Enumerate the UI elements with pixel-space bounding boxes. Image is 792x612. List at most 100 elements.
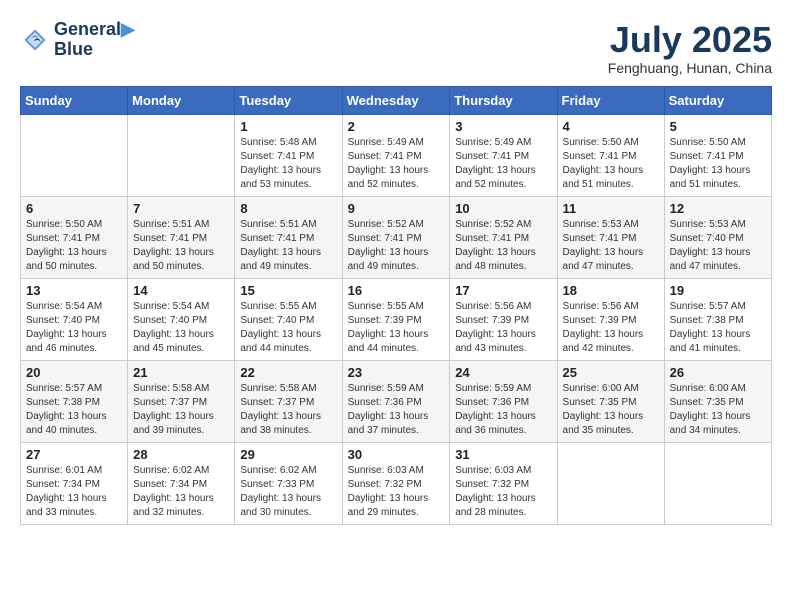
- day-info: Sunrise: 5:50 AM Sunset: 7:41 PM Dayligh…: [563, 136, 659, 192]
- calendar-cell: [21, 114, 128, 196]
- day-info: Sunrise: 6:02 AM Sunset: 7:33 PM Dayligh…: [240, 464, 336, 520]
- day-of-week-header: Wednesday: [342, 86, 450, 114]
- day-info: Sunrise: 5:51 AM Sunset: 7:41 PM Dayligh…: [240, 218, 336, 274]
- day-number: 6: [26, 201, 122, 216]
- logo-icon: [20, 25, 50, 55]
- day-info: Sunrise: 5:54 AM Sunset: 7:40 PM Dayligh…: [133, 300, 229, 356]
- day-number: 23: [348, 365, 445, 380]
- day-number: 15: [240, 283, 336, 298]
- calendar-week-row: 27 Sunrise: 6:01 AM Sunset: 7:34 PM Dayli…: [21, 442, 772, 524]
- day-info: Sunrise: 5:52 AM Sunset: 7:41 PM Dayligh…: [348, 218, 445, 274]
- day-info: Sunrise: 5:55 AM Sunset: 7:40 PM Dayligh…: [240, 300, 336, 356]
- day-of-week-header: Friday: [557, 86, 664, 114]
- logo: General▶ Blue: [20, 20, 135, 60]
- day-info: Sunrise: 6:03 AM Sunset: 7:32 PM Dayligh…: [455, 464, 551, 520]
- calendar-cell: 18 Sunrise: 5:56 AM Sunset: 7:39 PM Dayli…: [557, 278, 664, 360]
- logo-text: General▶ Blue: [54, 20, 135, 60]
- day-number: 5: [670, 119, 766, 134]
- calendar-cell: 13 Sunrise: 5:54 AM Sunset: 7:40 PM Dayli…: [21, 278, 128, 360]
- calendar-cell: 5 Sunrise: 5:50 AM Sunset: 7:41 PM Daylig…: [664, 114, 771, 196]
- calendar-cell: 12Sunrise: 5:53 AM Sunset: 7:40 PM Dayli…: [664, 196, 771, 278]
- calendar-cell: 30Sunrise: 6:03 AM Sunset: 7:32 PM Dayli…: [342, 442, 450, 524]
- calendar-cell: 11Sunrise: 5:53 AM Sunset: 7:41 PM Dayli…: [557, 196, 664, 278]
- calendar-cell: 10 Sunrise: 5:52 AM Sunset: 7:41 PM Dayli…: [450, 196, 557, 278]
- day-number: 28: [133, 447, 229, 462]
- day-number: 4: [563, 119, 659, 134]
- calendar-header-row: SundayMondayTuesdayWednesdayThursdayFrid…: [21, 86, 772, 114]
- calendar-cell: 4 Sunrise: 5:50 AM Sunset: 7:41 PM Daylig…: [557, 114, 664, 196]
- page-header: General▶ Blue July 2025 Fenghuang, Hunan…: [20, 20, 772, 76]
- calendar-cell: 29 Sunrise: 6:02 AM Sunset: 7:33 PM Dayli…: [235, 442, 342, 524]
- day-number: 27: [26, 447, 122, 462]
- day-number: 25: [563, 365, 659, 380]
- day-info: Sunrise: 5:50 AM Sunset: 7:41 PM Dayligh…: [670, 136, 766, 192]
- day-number: 18: [563, 283, 659, 298]
- day-info: Sunrise: 6:00 AM Sunset: 7:35 PM Dayligh…: [670, 382, 766, 438]
- day-info: Sunrise: 5:51 AM Sunset: 7:41 PM Dayligh…: [133, 218, 229, 274]
- day-number: 11: [563, 201, 659, 216]
- day-info: Sunrise: 6:02 AM Sunset: 7:34 PM Dayligh…: [133, 464, 229, 520]
- day-number: 19: [670, 283, 766, 298]
- calendar-cell: 6 Sunrise: 5:50 AM Sunset: 7:41 PM Daylig…: [21, 196, 128, 278]
- calendar-cell: [128, 114, 235, 196]
- calendar-cell: 27 Sunrise: 6:01 AM Sunset: 7:34 PM Dayli…: [21, 442, 128, 524]
- day-number: 2: [348, 119, 445, 134]
- day-of-week-header: Monday: [128, 86, 235, 114]
- calendar-cell: [664, 442, 771, 524]
- day-info: Sunrise: 5:49 AM Sunset: 7:41 PM Dayligh…: [455, 136, 551, 192]
- calendar-cell: 26 Sunrise: 6:00 AM Sunset: 7:35 PM Dayli…: [664, 360, 771, 442]
- calendar-cell: 22Sunrise: 5:58 AM Sunset: 7:37 PM Dayli…: [235, 360, 342, 442]
- calendar-cell: 3 Sunrise: 5:49 AM Sunset: 7:41 PM Daylig…: [450, 114, 557, 196]
- day-number: 13: [26, 283, 122, 298]
- day-number: 30: [348, 447, 445, 462]
- day-info: Sunrise: 5:54 AM Sunset: 7:40 PM Dayligh…: [26, 300, 122, 356]
- day-number: 8: [240, 201, 336, 216]
- day-number: 7: [133, 201, 229, 216]
- day-number: 22: [240, 365, 336, 380]
- calendar-cell: 23 Sunrise: 5:59 AM Sunset: 7:36 PM Dayli…: [342, 360, 450, 442]
- day-info: Sunrise: 5:52 AM Sunset: 7:41 PM Dayligh…: [455, 218, 551, 274]
- title-block: July 2025 Fenghuang, Hunan, China: [608, 20, 772, 76]
- day-of-week-header: Sunday: [21, 86, 128, 114]
- day-of-week-header: Tuesday: [235, 86, 342, 114]
- calendar-cell: 25 Sunrise: 6:00 AM Sunset: 7:35 PM Dayli…: [557, 360, 664, 442]
- day-info: Sunrise: 5:56 AM Sunset: 7:39 PM Dayligh…: [563, 300, 659, 356]
- day-number: 26: [670, 365, 766, 380]
- calendar-cell: 16Sunrise: 5:55 AM Sunset: 7:39 PM Dayli…: [342, 278, 450, 360]
- calendar-cell: 19 Sunrise: 5:57 AM Sunset: 7:38 PM Dayli…: [664, 278, 771, 360]
- calendar-week-row: 6 Sunrise: 5:50 AM Sunset: 7:41 PM Daylig…: [21, 196, 772, 278]
- calendar-cell: 2 Sunrise: 5:49 AM Sunset: 7:41 PM Daylig…: [342, 114, 450, 196]
- day-info: Sunrise: 5:57 AM Sunset: 7:38 PM Dayligh…: [670, 300, 766, 356]
- day-info: Sunrise: 5:56 AM Sunset: 7:39 PM Dayligh…: [455, 300, 551, 356]
- calendar-cell: 17 Sunrise: 5:56 AM Sunset: 7:39 PM Dayli…: [450, 278, 557, 360]
- day-info: Sunrise: 5:59 AM Sunset: 7:36 PM Dayligh…: [455, 382, 551, 438]
- calendar-table: SundayMondayTuesdayWednesdayThursdayFrid…: [20, 86, 772, 525]
- day-number: 10: [455, 201, 551, 216]
- day-info: Sunrise: 5:49 AM Sunset: 7:41 PM Dayligh…: [348, 136, 445, 192]
- month-title: July 2025: [608, 20, 772, 60]
- calendar-cell: 24Sunrise: 5:59 AM Sunset: 7:36 PM Dayli…: [450, 360, 557, 442]
- day-info: Sunrise: 5:55 AM Sunset: 7:39 PM Dayligh…: [348, 300, 445, 356]
- day-number: 1: [240, 119, 336, 134]
- calendar-cell: 28 Sunrise: 6:02 AM Sunset: 7:34 PM Dayli…: [128, 442, 235, 524]
- day-info: Sunrise: 5:48 AM Sunset: 7:41 PM Dayligh…: [240, 136, 336, 192]
- calendar-week-row: 1 Sunrise: 5:48 AM Sunset: 7:41 PM Daylig…: [21, 114, 772, 196]
- day-number: 21: [133, 365, 229, 380]
- calendar-cell: 7 Sunrise: 5:51 AM Sunset: 7:41 PM Daylig…: [128, 196, 235, 278]
- day-info: Sunrise: 5:59 AM Sunset: 7:36 PM Dayligh…: [348, 382, 445, 438]
- day-info: Sunrise: 6:00 AM Sunset: 7:35 PM Dayligh…: [563, 382, 659, 438]
- calendar-cell: 21Sunrise: 5:58 AM Sunset: 7:37 PM Dayli…: [128, 360, 235, 442]
- calendar-cell: 14Sunrise: 5:54 AM Sunset: 7:40 PM Dayli…: [128, 278, 235, 360]
- day-number: 17: [455, 283, 551, 298]
- day-number: 29: [240, 447, 336, 462]
- location: Fenghuang, Hunan, China: [608, 60, 772, 76]
- calendar-cell: 31 Sunrise: 6:03 AM Sunset: 7:32 PM Dayli…: [450, 442, 557, 524]
- calendar-cell: 8 Sunrise: 5:51 AM Sunset: 7:41 PM Daylig…: [235, 196, 342, 278]
- day-number: 3: [455, 119, 551, 134]
- day-number: 31: [455, 447, 551, 462]
- day-info: Sunrise: 6:01 AM Sunset: 7:34 PM Dayligh…: [26, 464, 122, 520]
- calendar-cell: 1 Sunrise: 5:48 AM Sunset: 7:41 PM Daylig…: [235, 114, 342, 196]
- day-of-week-header: Thursday: [450, 86, 557, 114]
- day-number: 20: [26, 365, 122, 380]
- day-info: Sunrise: 5:50 AM Sunset: 7:41 PM Dayligh…: [26, 218, 122, 274]
